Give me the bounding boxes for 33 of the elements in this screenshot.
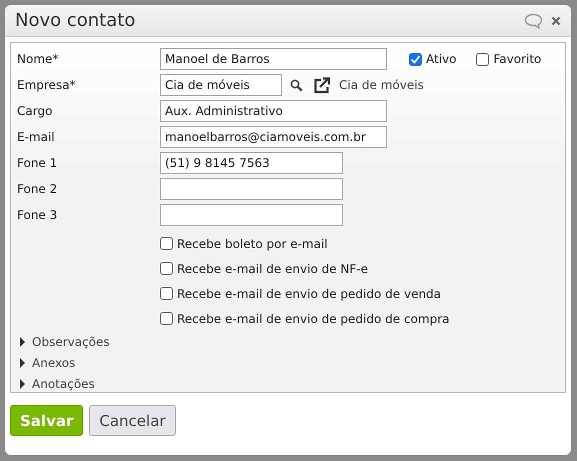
- check-icon: [410, 54, 421, 64]
- close-icon[interactable]: [551, 16, 561, 26]
- field-label: Empresa*: [17, 78, 77, 92]
- caret-right-icon: [19, 336, 26, 346]
- checkbox[interactable]: Recebe e-mail de envio de NF-e: [160, 260, 559, 277]
- field-label: Nome*: [17, 52, 60, 66]
- checkbox[interactable]: Recebe e-mail de envio de pedido de compra: [160, 310, 559, 327]
- input-field[interactable]: Cia de móveis: [160, 74, 282, 96]
- field-label: E-mail: [17, 130, 56, 144]
- external-link-icon[interactable]: [313, 76, 331, 94]
- caret-right-icon: [19, 378, 26, 388]
- checkbox[interactable]: Favorito: [476, 52, 542, 66]
- search-icon[interactable]: [290, 78, 303, 92]
- collapsible-section[interactable]: Anexos: [17, 354, 76, 371]
- input-field[interactable]: Manoel de Barros: [160, 48, 387, 70]
- input-field[interactable]: manoelbarros@ciamoveis.com.br: [160, 126, 387, 148]
- input-field[interactable]: [160, 204, 343, 226]
- caret-right-icon: [19, 358, 26, 368]
- checkbox[interactable]: Recebe e-mail de envio de pedido de venda: [160, 285, 559, 302]
- field-label: Fone 3: [17, 208, 58, 222]
- field-label: Fone 2: [17, 182, 58, 196]
- field-label: Fone 1: [17, 156, 58, 170]
- checkbox[interactable]: Ativo: [409, 52, 456, 66]
- input-field[interactable]: Aux. Administrativo: [160, 100, 387, 122]
- collapsible-section[interactable]: Anotações: [17, 375, 95, 392]
- checkbox[interactable]: Recebe boleto por e-mail: [160, 235, 559, 252]
- input-field[interactable]: (51) 9 8145 7563: [160, 152, 343, 174]
- dialog-title: Novo contato: [15, 10, 136, 31]
- collapsible-section[interactable]: Observações: [17, 333, 110, 350]
- field-label: Cargo: [17, 104, 54, 118]
- input-field[interactable]: [160, 178, 343, 200]
- company-link[interactable]: Cia de móveis: [339, 78, 424, 92]
- cancel-button[interactable]: Cancelar: [89, 405, 176, 436]
